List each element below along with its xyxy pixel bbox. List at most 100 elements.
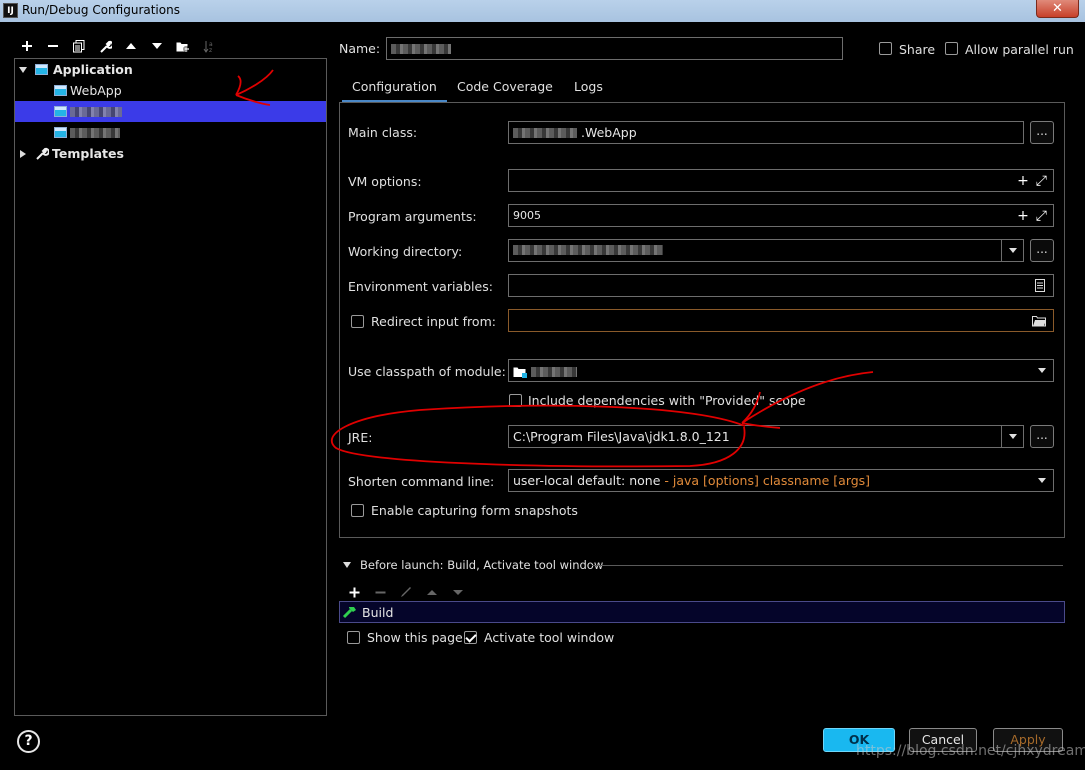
- program-arguments-value: 9005: [513, 209, 541, 222]
- name-input[interactable]: [386, 37, 843, 60]
- redacted-package: [513, 128, 577, 138]
- before-launch-item-build[interactable]: Build: [340, 602, 1064, 622]
- move-up-icon[interactable]: [118, 36, 144, 56]
- shorten-value: user-local default: none: [513, 473, 661, 488]
- collapse-arrow-icon[interactable]: [19, 149, 27, 158]
- add-icon[interactable]: +: [1017, 174, 1029, 188]
- collapse-arrow-icon[interactable]: [343, 562, 351, 568]
- main-class-input[interactable]: .WebApp: [508, 121, 1024, 144]
- classpath-module-label: Use classpath of module:: [348, 364, 506, 379]
- dropdown-arrow-icon[interactable]: [1001, 426, 1023, 447]
- program-arguments-input[interactable]: 9005 + ⤢: [508, 204, 1054, 227]
- move-up-icon[interactable]: [421, 582, 443, 602]
- vm-options-label: VM options:: [348, 174, 422, 189]
- tree-node-templates[interactable]: Templates: [15, 143, 326, 164]
- tree-node-application[interactable]: Application: [15, 59, 326, 80]
- enable-snapshots-checkbox[interactable]: [351, 504, 364, 517]
- edit-icon[interactable]: [395, 582, 417, 602]
- jre-label: JRE:: [348, 430, 373, 445]
- title-bar: IJ Run/Debug Configurations ✕: [0, 0, 1085, 22]
- copy-icon[interactable]: [66, 36, 92, 56]
- window-title: Run/Debug Configurations: [22, 3, 180, 17]
- show-page-label: Show this page: [367, 630, 463, 645]
- svg-text:z: z: [209, 47, 212, 53]
- tab-logs[interactable]: Logs: [564, 76, 613, 102]
- shorten-command-line-select[interactable]: user-local default: none - java [options…: [508, 469, 1054, 492]
- intellij-icon: IJ: [3, 3, 18, 18]
- edit-list-icon[interactable]: [1035, 279, 1045, 292]
- before-launch-title: Before launch: Build, Activate tool wind…: [360, 558, 604, 572]
- show-page-checkbox[interactable]: [347, 631, 360, 644]
- module-folder-icon: [513, 367, 527, 378]
- environment-variables-label: Environment variables:: [348, 279, 493, 294]
- tab-configuration[interactable]: Configuration: [342, 76, 447, 102]
- tree-item-label: WebApp: [70, 83, 122, 98]
- redacted-name: [70, 127, 120, 138]
- shorten-command-line-label: Shorten command line:: [348, 474, 495, 489]
- tree-item-webapp[interactable]: WebApp: [15, 80, 326, 101]
- main-class-label: Main class:: [348, 125, 418, 140]
- tree-item-selected[interactable]: [15, 101, 326, 122]
- configuration-tree[interactable]: Application WebApp Templates: [14, 58, 327, 716]
- jre-value: C:\Program Files\Java\jdk1.8.0_121: [513, 429, 730, 444]
- activate-tool-window-label: Activate tool window: [484, 630, 615, 645]
- share-label: Share: [899, 42, 936, 57]
- new-folder-icon[interactable]: [170, 36, 196, 56]
- tree-node-label: Templates: [52, 146, 124, 161]
- tree-node-label: Application: [53, 62, 133, 77]
- redacted-name: [391, 44, 451, 54]
- add-icon[interactable]: +: [1017, 209, 1029, 223]
- wrench-icon: [36, 147, 49, 160]
- redirect-input-field[interactable]: [508, 309, 1054, 332]
- build-hammer-icon: [342, 607, 356, 619]
- classpath-module-select[interactable]: [508, 359, 1054, 382]
- remove-icon[interactable]: [369, 582, 391, 602]
- main-class-value: .WebApp: [581, 125, 637, 140]
- working-directory-input[interactable]: [508, 239, 1024, 262]
- jre-browse-button[interactable]: ...: [1030, 425, 1054, 448]
- help-button[interactable]: ?: [17, 730, 40, 753]
- shorten-hint: - java [options] classname [args]: [660, 473, 871, 488]
- enable-snapshots-label: Enable capturing form snapshots: [371, 503, 578, 518]
- wrench-icon[interactable]: [92, 36, 118, 56]
- dropdown-arrow-icon[interactable]: [1031, 470, 1053, 491]
- dropdown-arrow-icon[interactable]: [1001, 240, 1023, 261]
- left-toolbar: az: [14, 36, 222, 56]
- allow-parallel-checkbox[interactable]: [945, 42, 958, 55]
- expand-icon[interactable]: ⤢: [1036, 174, 1047, 188]
- redacted-module: [530, 366, 577, 377]
- folder-icon[interactable]: [1032, 315, 1047, 327]
- remove-icon[interactable]: [40, 36, 66, 56]
- main-class-browse-button[interactable]: ...: [1030, 121, 1054, 144]
- expand-icon[interactable]: ⤢: [1036, 209, 1047, 223]
- allow-parallel-label: Allow parallel run: [965, 42, 1074, 57]
- activate-tool-window-checkbox[interactable]: [464, 631, 477, 644]
- watermark: https://blog.csdn.net/cjhxydream: [856, 743, 1085, 759]
- program-arguments-label: Program arguments:: [348, 209, 477, 224]
- expand-arrow-icon[interactable]: [19, 66, 27, 74]
- dropdown-arrow-icon[interactable]: [1031, 360, 1053, 381]
- share-checkbox[interactable]: [879, 42, 892, 55]
- environment-variables-input[interactable]: [508, 274, 1054, 297]
- redacted-name: [70, 106, 122, 117]
- divider: [592, 565, 1063, 566]
- include-dependencies-label: Include dependencies with "Provided" sco…: [528, 393, 806, 408]
- add-icon[interactable]: [343, 582, 365, 602]
- run-config-icon: [54, 106, 67, 117]
- before-launch-header[interactable]: Before launch: Build, Activate tool wind…: [343, 558, 603, 572]
- redirect-input-checkbox[interactable]: [351, 315, 364, 328]
- jre-select[interactable]: C:\Program Files\Java\jdk1.8.0_121: [508, 425, 1024, 448]
- tree-item-redacted[interactable]: [15, 122, 326, 143]
- name-label: Name:: [339, 41, 381, 56]
- move-down-icon[interactable]: [447, 582, 469, 602]
- sort-icon[interactable]: az: [196, 36, 222, 56]
- close-button[interactable]: ✕: [1036, 0, 1079, 18]
- run-config-icon: [54, 127, 67, 138]
- include-dependencies-checkbox[interactable]: [509, 394, 522, 407]
- tab-code-coverage[interactable]: Code Coverage: [447, 76, 563, 102]
- add-icon[interactable]: [14, 36, 40, 56]
- move-down-icon[interactable]: [144, 36, 170, 56]
- vm-options-input[interactable]: + ⤢: [508, 169, 1054, 192]
- working-directory-browse-button[interactable]: ...: [1030, 239, 1054, 262]
- before-launch-toolbar: [343, 582, 469, 602]
